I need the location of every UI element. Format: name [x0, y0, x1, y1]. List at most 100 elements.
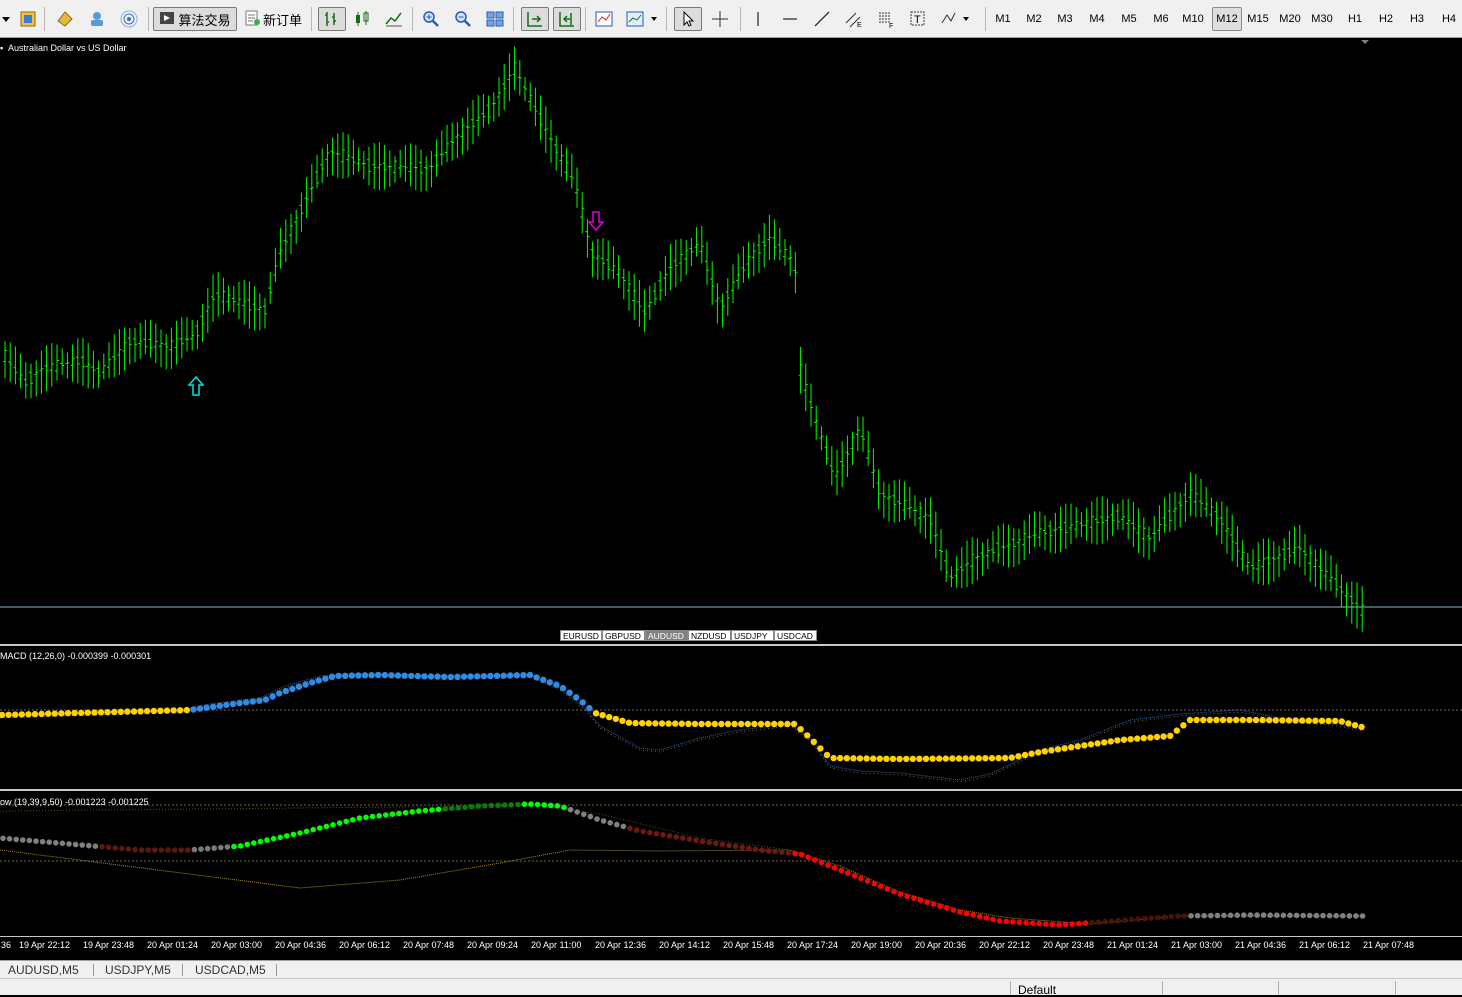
- indicator-dot: [732, 843, 739, 850]
- macd-histogram-dot: [771, 720, 778, 728]
- macd-histogram-dot: [78, 709, 85, 717]
- time-axis-label: 20 Apr 23:48: [1043, 940, 1095, 950]
- templates-icon[interactable]: [624, 7, 660, 31]
- indicator-dot: [950, 907, 957, 913]
- indicator-dot: [1300, 912, 1306, 919]
- new-order-button[interactable]: 新订单: [240, 7, 306, 31]
- indicator-dot: [53, 840, 59, 846]
- indicator-dot: [1353, 913, 1359, 919]
- indicator-dot: [350, 817, 356, 823]
- macd-histogram-dot: [460, 673, 468, 680]
- macd-histogram-dot: [1180, 722, 1187, 729]
- tile-windows-icon[interactable]: [483, 7, 507, 31]
- macd-histogram-dot: [38, 710, 45, 718]
- symbol-tab-nzdusd[interactable]: NZDUSD: [688, 630, 731, 641]
- indicator-dot: [178, 847, 184, 853]
- timeframe-m1-button[interactable]: M1: [988, 7, 1018, 31]
- line-chart-icon[interactable]: [382, 7, 406, 31]
- chart-tab[interactable]: AUDUSD,M5: [2, 962, 85, 978]
- toolbar: 算法交易 新订单 E F T M1 M2 M3 M4 M5 M6 M10 M12 M15 M20 M…: [0, 0, 1462, 38]
- chart-tab[interactable]: USDJPY,M5: [99, 962, 177, 978]
- macd-histogram-dot: [335, 672, 342, 680]
- macd-histogram-dot: [1272, 717, 1280, 724]
- bar-chart-icon[interactable]: [318, 7, 346, 31]
- timeframe-m6-button[interactable]: M6: [1146, 7, 1176, 31]
- timeframe-h1-button[interactable]: H1: [1340, 7, 1370, 31]
- timeframe-m2-button[interactable]: M2: [1019, 7, 1049, 31]
- indicator-dot: [125, 846, 132, 852]
- macd-histogram-dot: [1021, 751, 1029, 759]
- chart-window[interactable]: ▪ Australian Dollar vs US Dollar EURUSD G…: [0, 38, 1462, 960]
- auto-scroll-icon[interactable]: [521, 7, 549, 31]
- trendline-icon[interactable]: [810, 7, 834, 31]
- indicator-dot: [1333, 912, 1339, 919]
- timeframe-m4-button[interactable]: M4: [1082, 7, 1112, 31]
- time-axis-label: 20 Apr 09:24: [467, 940, 519, 950]
- cursor-icon[interactable]: [674, 7, 702, 31]
- indicator-dot: [336, 820, 343, 826]
- chart-shift-icon[interactable]: [553, 7, 581, 31]
- macd-histogram-dot: [949, 755, 956, 762]
- symbol-tab-usdjpy[interactable]: USDJPY: [731, 630, 774, 641]
- macd-histogram-dot: [507, 672, 514, 679]
- macd-histogram-dot: [18, 711, 25, 718]
- algo-trading-button[interactable]: 算法交易: [153, 7, 237, 31]
- fibonacci-icon[interactable]: F: [874, 7, 898, 31]
- crosshair-icon[interactable]: [708, 7, 732, 31]
- vertical-line-icon[interactable]: [746, 7, 770, 31]
- macd-histogram-dot: [104, 709, 111, 716]
- equidistant-channel-icon[interactable]: E: [842, 7, 866, 31]
- navigator-icon[interactable]: [85, 7, 109, 31]
- indicator-dot: [528, 801, 534, 807]
- chart-tab[interactable]: USDCAD,M5: [189, 962, 272, 978]
- new-chart-icon[interactable]: [16, 7, 40, 31]
- indicator-dot: [416, 808, 422, 814]
- symbol-tab-audusd[interactable]: AUDUSD: [645, 630, 688, 641]
- timeframe-m3-button[interactable]: M3: [1050, 7, 1080, 31]
- indicator-dot: [402, 809, 409, 816]
- timeframe-m5-button[interactable]: M5: [1114, 7, 1144, 31]
- svg-text:T: T: [914, 14, 921, 26]
- candlestick-icon[interactable]: [350, 7, 374, 31]
- timeframe-m20-button[interactable]: M20: [1275, 7, 1305, 31]
- symbol-tab-eurusd[interactable]: EURUSD: [560, 630, 602, 641]
- timeframe-h3-button[interactable]: H3: [1402, 7, 1432, 31]
- zoom-out-icon[interactable]: [451, 7, 475, 31]
- indicator-dot: [838, 867, 844, 874]
- macd-histogram-dot: [0, 711, 6, 719]
- timeframe-m10-button[interactable]: M10: [1178, 7, 1208, 31]
- horizontal-line-icon[interactable]: [778, 7, 802, 31]
- macd-histogram-dot: [183, 706, 190, 714]
- timeframe-m15-button[interactable]: M15: [1243, 7, 1273, 31]
- macd-histogram-dot: [1107, 738, 1115, 745]
- timeframe-m12-button[interactable]: M12: [1212, 7, 1242, 31]
- zoom-in-icon[interactable]: [419, 7, 443, 31]
- macd-histogram-dot: [427, 673, 435, 680]
- time-axis-label: 19 Apr 22:12: [19, 940, 71, 950]
- macd-histogram-dot: [1074, 743, 1082, 750]
- timeframe-h2-button[interactable]: H2: [1371, 7, 1401, 31]
- macd-histogram-dot: [738, 720, 745, 728]
- symbol-tab-usdcad[interactable]: USDCAD: [774, 630, 817, 641]
- macd-histogram-dot: [84, 709, 92, 716]
- panel-separator: [0, 789, 1462, 791]
- dropdown-arrow-icon[interactable]: [0, 7, 12, 31]
- macd-histogram-dot: [1028, 750, 1035, 757]
- indicators-icon[interactable]: [592, 7, 616, 31]
- timeframe-h4-button[interactable]: H4: [1434, 7, 1462, 31]
- market-watch-icon[interactable]: [53, 7, 77, 31]
- indicator-dot: [673, 834, 679, 840]
- chart-canvas[interactable]: [0, 38, 1462, 960]
- macd-histogram-dot: [480, 673, 487, 680]
- shapes-icon[interactable]: [938, 7, 974, 31]
- signals-icon[interactable]: [117, 7, 141, 31]
- macd-histogram-dot: [573, 694, 580, 701]
- symbol-tab-gbpusd[interactable]: GBPUSD: [602, 630, 645, 641]
- timeframe-m30-button[interactable]: M30: [1307, 7, 1337, 31]
- text-label-icon[interactable]: T: [906, 7, 930, 31]
- macd-histogram-dot: [196, 705, 204, 712]
- indicator-dot: [1155, 914, 1161, 921]
- indicator-dot: [132, 846, 138, 853]
- macd-histogram-dot: [236, 699, 243, 707]
- indicator-dot: [39, 838, 46, 845]
